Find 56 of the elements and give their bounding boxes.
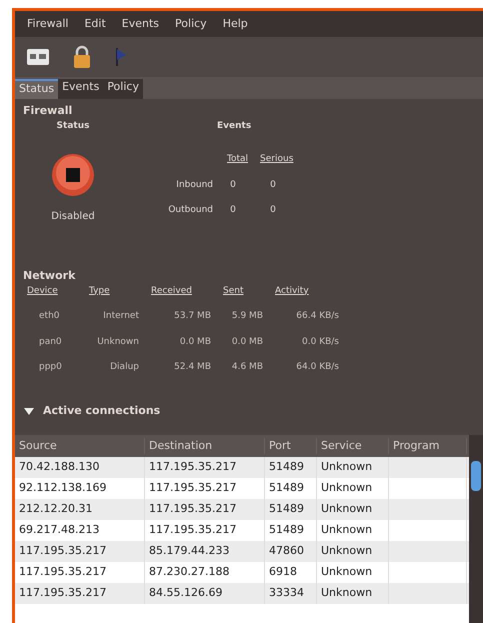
column-heading: Status [56, 120, 90, 132]
table-cell-text: 0.0 MB [230, 336, 264, 348]
section-title: Network [23, 268, 76, 284]
menu-item[interactable]: Edit [84, 16, 106, 32]
window-icon[interactable] [27, 49, 49, 65]
column-header[interactable]: Program [389, 438, 467, 454]
column-header[interactable]: Source [15, 438, 145, 454]
tab[interactable]: Status [15, 79, 58, 99]
event-count: 0 [229, 204, 237, 217]
scrollbar[interactable] [469, 435, 483, 623]
menu-item[interactable]: Help [222, 16, 248, 32]
row-label: Outbound [167, 204, 213, 217]
expander-icon[interactable] [23, 406, 35, 416]
table-cell-text: 0.0 MB [178, 336, 212, 348]
table-cell-text: 52.4 MB [173, 361, 212, 374]
table-cell: Unknown [317, 583, 389, 604]
table-cell-text: 4.6 MB [230, 361, 264, 374]
table-cell-text: pan0 [38, 336, 63, 348]
column-heading: Activity [275, 284, 310, 298]
table-cell-text: 0.0 KB/s [301, 336, 340, 348]
table-cell-text: eth0 [38, 310, 60, 323]
stop-icon [51, 153, 95, 197]
table-cell: 33334 [265, 583, 317, 604]
column-heading: Type [89, 284, 111, 298]
menu-item[interactable]: Events [122, 16, 160, 32]
column-header[interactable]: Service [317, 438, 389, 454]
event-count: 0 [269, 178, 277, 192]
menu-item[interactable]: Firewall [27, 16, 68, 32]
table-cell-text: Unknown [96, 336, 140, 348]
column-heading: Total [227, 153, 248, 166]
section-title: Firewall [23, 103, 74, 119]
event-count: 0 [229, 178, 237, 192]
table-cell-text: Internet [102, 310, 140, 323]
table-cell: 84.55.126.69 [145, 583, 265, 604]
column-heading: Events [217, 120, 252, 132]
table-cell-text: Dialup [109, 361, 140, 374]
table-cell-text: ppp0 [38, 361, 63, 374]
column-heading: Received [151, 284, 193, 298]
status-label: Disabled [51, 210, 95, 224]
row-label: Inbound [175, 178, 213, 192]
column-header[interactable]: Port [265, 438, 317, 454]
table-cell: 117.195.35.217 [15, 583, 145, 604]
tab[interactable]: Events [58, 79, 104, 99]
column-heading: Sent [223, 284, 244, 298]
table-cell-text: 5.9 MB [230, 310, 264, 323]
column-heading: Device [27, 284, 59, 298]
column-header[interactable]: Destination [145, 438, 265, 454]
section-title: Active connections [43, 402, 160, 418]
event-count: 0 [269, 204, 277, 217]
table-cell-text: 66.4 KB/s [295, 310, 340, 323]
tab[interactable]: Policy [103, 79, 143, 99]
table-cell-text: 64.0 KB/s [295, 361, 340, 374]
menu-item[interactable]: Policy [175, 16, 207, 32]
table-cell-text: 53.7 MB [173, 310, 212, 323]
padlock-icon[interactable] [73, 45, 91, 69]
column-heading: Serious [260, 153, 294, 166]
